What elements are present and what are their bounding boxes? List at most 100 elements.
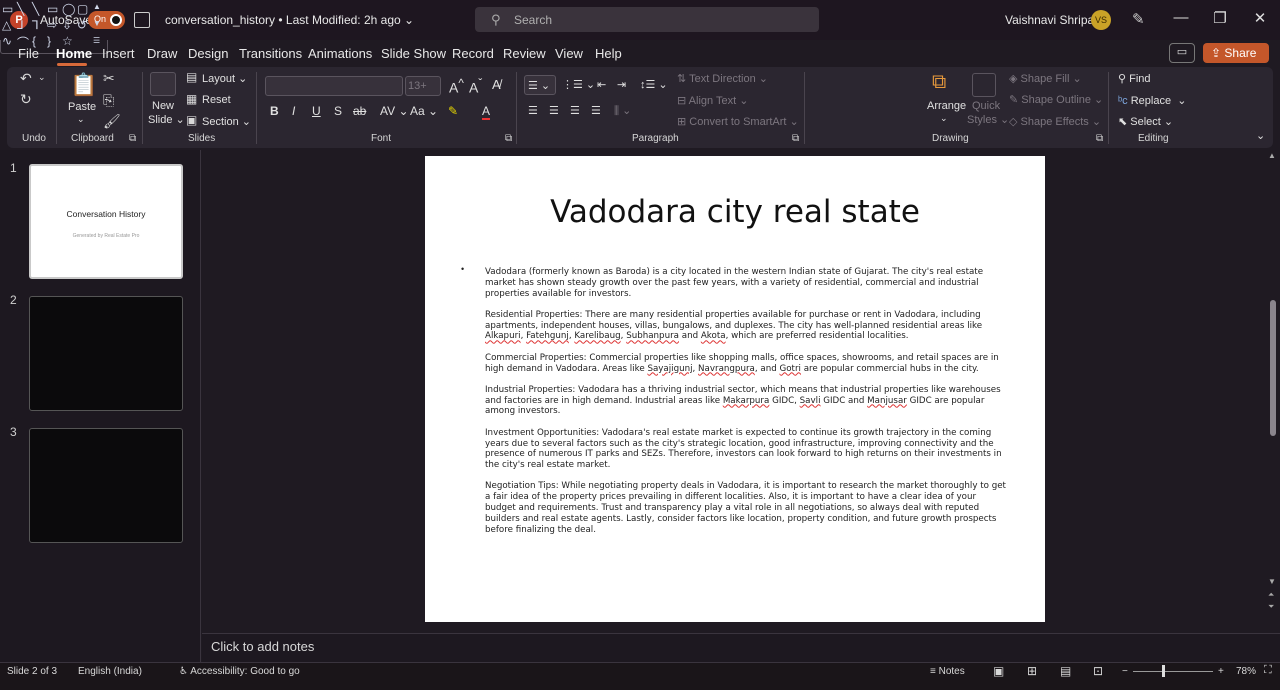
zoom-in-icon[interactable]: + [1218, 666, 1224, 677]
scroll-down-icon[interactable]: ▼ [1268, 577, 1276, 586]
slide-thumbnail-3[interactable] [29, 428, 183, 543]
columns-icon[interactable]: ⫼ ⌄ [614, 104, 631, 118]
gallery-more-icon[interactable]: ☰ [93, 36, 100, 45]
minimize-icon[interactable]: — [1171, 9, 1191, 26]
share-button[interactable]: ⇪ Share ⌄ [1203, 43, 1269, 80]
arrange-icon[interactable]: ⧉ [932, 71, 946, 94]
zoom-slider-thumb[interactable] [1162, 665, 1165, 677]
strikethrough-icon[interactable]: ab [353, 104, 366, 118]
gallery-down-icon[interactable]: ▼ [93, 19, 101, 28]
connector-shape-icon-2[interactable]: ⅂ [32, 18, 39, 32]
new-slide-label[interactable]: New [152, 100, 174, 112]
find-button[interactable]: ⚲ Find [1118, 72, 1151, 85]
comments-button[interactable]: ▭ [1169, 43, 1195, 63]
slideshow-icon[interactable]: ⊡ [1093, 664, 1103, 678]
redo-icon[interactable]: ↻ [20, 91, 32, 108]
reset-button[interactable]: Reset [202, 94, 231, 106]
format-painter-icon[interactable]: 🖌 [103, 113, 121, 130]
section-button[interactable]: Section ⌄ [202, 115, 251, 128]
close-icon[interactable]: ✕ [1250, 9, 1270, 27]
connector-shape-icon[interactable]: ⅃ [17, 18, 24, 32]
new-slide-icon[interactable] [150, 72, 176, 96]
justify-icon[interactable]: ☰ [591, 104, 601, 117]
align-text-button[interactable]: ⊟ Align Text ⌄ [677, 94, 748, 107]
increase-indent-icon[interactable]: ⇥ [617, 78, 626, 91]
slide-title[interactable]: Vadodara city real state [425, 194, 1045, 230]
convert-smartart-button[interactable]: ⊞ Convert to SmartArt ⌄ [677, 115, 799, 128]
tab-animations[interactable]: Animations [308, 46, 372, 61]
zoom-level[interactable]: 78% [1236, 666, 1256, 677]
change-case-icon[interactable]: Aa ⌄ [410, 104, 438, 118]
scroll-up-icon[interactable]: ▲ [1268, 151, 1276, 160]
tab-record[interactable]: Record [452, 46, 494, 61]
slide-thumbnail-1[interactable]: Conversation History Generated by Real E… [29, 164, 183, 279]
ribbon-collapse-icon[interactable]: ⌄ [1256, 129, 1265, 142]
slide[interactable]: Vadodara city real state • Vadodara (for… [425, 156, 1045, 622]
tab-draw[interactable]: Draw [147, 46, 177, 61]
restore-icon[interactable]: ❐ [1210, 9, 1230, 27]
search-box[interactable]: ⚲ Search [475, 7, 819, 32]
char-spacing-icon[interactable]: AV ⌄ [380, 104, 409, 118]
paste-label[interactable]: Paste [68, 101, 96, 113]
cut-icon[interactable]: ✂ [103, 70, 115, 87]
align-left-icon[interactable]: ☰ [528, 104, 538, 117]
save-icon[interactable] [134, 12, 150, 28]
clear-format-icon[interactable]: A̸ [492, 77, 501, 92]
bullets-button[interactable]: ☰ ⌄ [524, 75, 556, 95]
dialog-launcher-icon[interactable]: ⧉ [1096, 133, 1103, 144]
slide-thumbnail-2[interactable] [29, 296, 183, 411]
rounded-rect-shape-icon[interactable]: ▢ [77, 2, 88, 16]
line-spacing-icon[interactable]: ↕☰ ⌄ [640, 78, 668, 91]
star-shape-icon[interactable]: ☆ [62, 34, 73, 48]
grow-font-icon[interactable]: A^ [449, 77, 464, 96]
fit-to-window-icon[interactable]: ⛶ [1264, 664, 1272, 677]
tab-home[interactable]: Home [56, 46, 92, 61]
pen-icon[interactable]: ✎ [1132, 10, 1145, 28]
bold-icon[interactable]: B [270, 104, 279, 118]
gallery-up-icon[interactable]: ▲ [93, 2, 101, 11]
notes-pane[interactable] [202, 633, 1280, 662]
tab-review[interactable]: Review [503, 46, 546, 61]
freeform-shape-icon[interactable]: ∿ [2, 34, 12, 48]
shadow-icon[interactable]: S [334, 104, 342, 118]
notes-placeholder[interactable]: Click to add notes [211, 639, 314, 654]
new-slide-label-2[interactable]: Slide ⌄ [148, 113, 185, 126]
dialog-launcher-icon[interactable]: ⧉ [792, 133, 799, 144]
dialog-launcher-icon[interactable]: ⧉ [129, 133, 136, 144]
align-right-icon[interactable]: ☰ [570, 104, 580, 117]
numbering-icon[interactable]: ⋮☰ ⌄ [562, 78, 595, 91]
quick-styles-icon[interactable] [972, 73, 996, 97]
tab-help[interactable]: Help [595, 46, 622, 61]
language-indicator[interactable]: English (India) [78, 666, 142, 677]
scrollbar-thumb[interactable] [1270, 300, 1276, 436]
select-button[interactable]: ⬉ Select ⌄ [1118, 115, 1173, 128]
oval-shape-icon[interactable]: ◯ [62, 2, 75, 16]
tab-slide-show[interactable]: Slide Show [381, 46, 446, 61]
decrease-indent-icon[interactable]: ⇤ [597, 78, 606, 91]
avatar[interactable]: VS [1091, 10, 1111, 30]
layout-button[interactable]: Layout ⌄ [202, 72, 247, 85]
previous-slide-icon[interactable]: ⏶ [1268, 590, 1274, 600]
text-direction-button[interactable]: ⇅ Text Direction ⌄ [677, 72, 768, 85]
zoom-out-icon[interactable]: − [1122, 666, 1128, 677]
tab-view[interactable]: View [555, 46, 583, 61]
dialog-launcher-icon[interactable]: ⧉ [505, 133, 512, 144]
zoom-slider[interactable] [1133, 671, 1213, 672]
normal-view-icon[interactable]: ▣ [993, 664, 1004, 678]
undo-icon[interactable]: ↶ [20, 70, 32, 87]
quick-styles-label[interactable]: Quick [972, 100, 1000, 112]
shape-effects-button[interactable]: ◇ Shape Effects ⌄ [1009, 115, 1101, 128]
next-slide-icon[interactable]: ⏷ [1268, 602, 1274, 612]
clipboard-icon[interactable]: 📋 [70, 72, 97, 98]
textbox-shape-icon[interactable]: ▭ [2, 2, 13, 16]
brace-shape-icon-2[interactable]: } [47, 34, 51, 48]
tab-design[interactable]: Design [188, 46, 228, 61]
tab-insert[interactable]: Insert [102, 46, 135, 61]
notes-toggle[interactable]: ≡ Notes [930, 666, 965, 677]
font-name-box[interactable] [265, 76, 403, 96]
reading-view-icon[interactable]: ▤ [1060, 664, 1071, 678]
rectangle-shape-icon[interactable]: ▭ [47, 2, 58, 16]
highlight-icon[interactable]: ✎ [448, 104, 458, 118]
copy-icon[interactable]: ⎘ [103, 92, 114, 109]
accessibility-status[interactable]: ♿ Accessibility: Good to go [179, 666, 300, 677]
